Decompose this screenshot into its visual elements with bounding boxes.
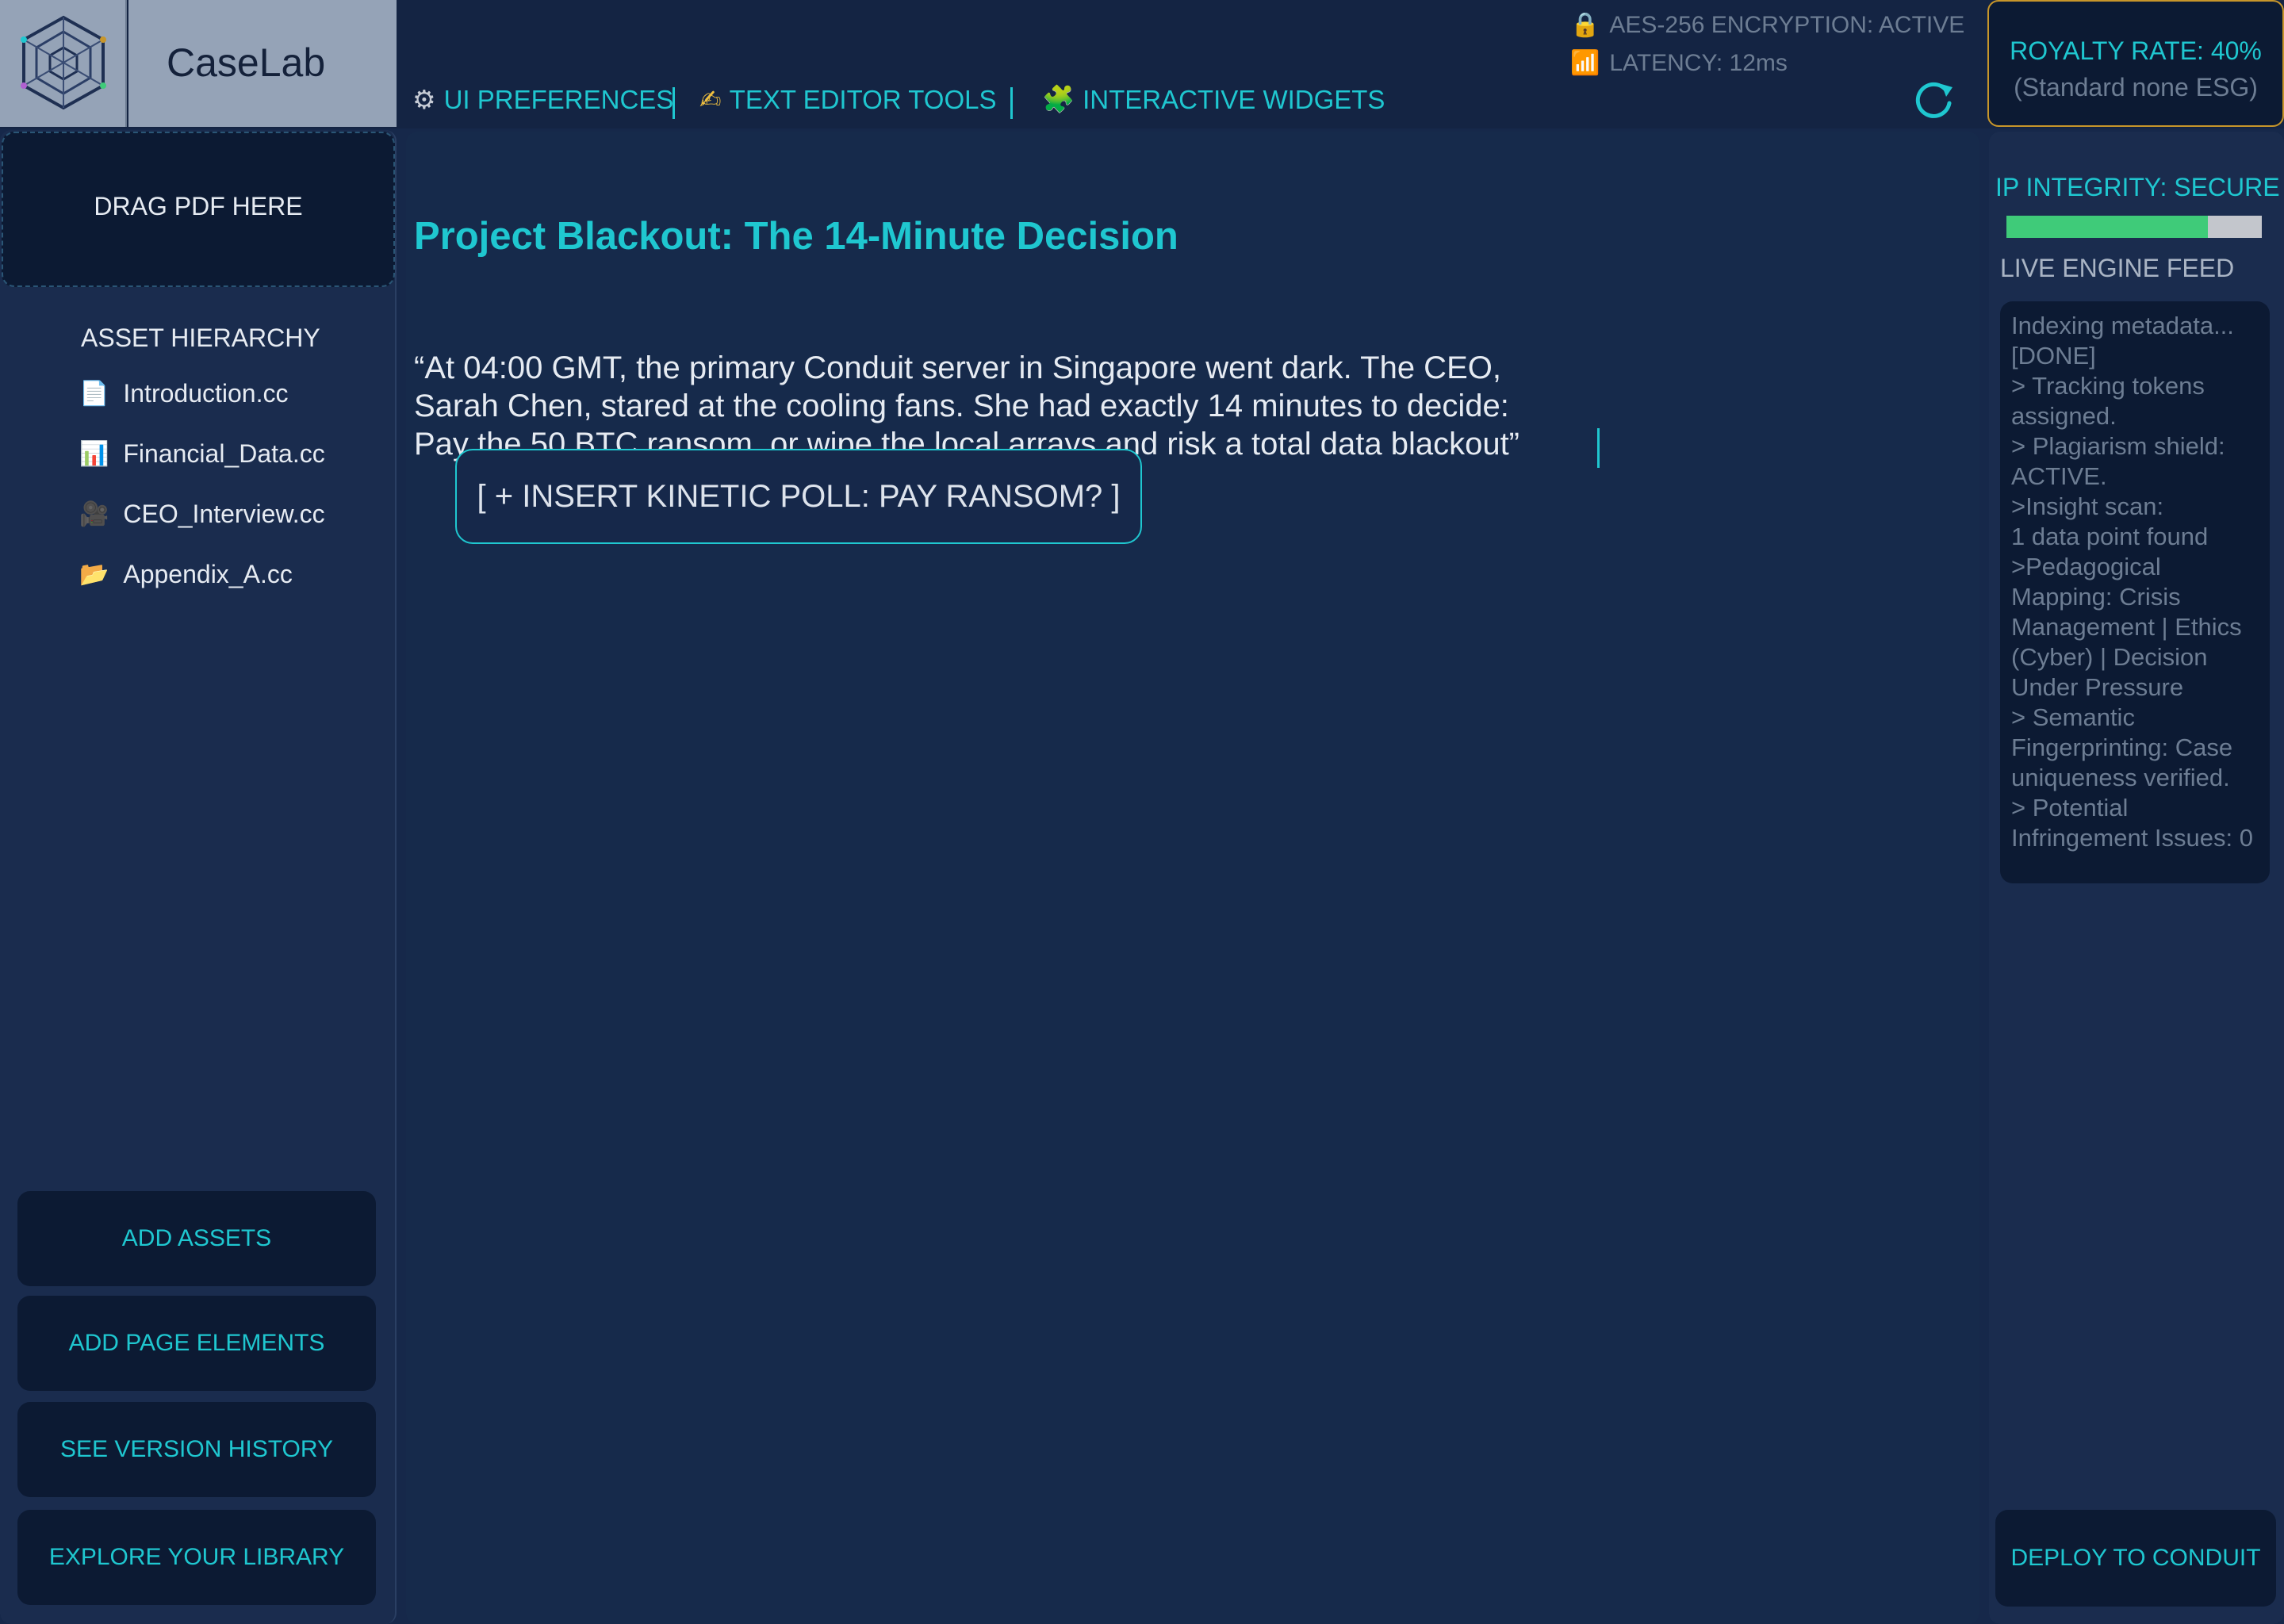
signal-chart-icon: 📶 bbox=[1570, 50, 1600, 76]
encryption-status-label: AES-256 ENCRYPTION: ACTIVE bbox=[1609, 11, 1965, 38]
tab-interactive-widgets[interactable]: 🧩 INTERACTIVE WIDGETS bbox=[1042, 84, 1385, 115]
tab-divider bbox=[673, 87, 675, 119]
tab-divider bbox=[1010, 87, 1013, 119]
gear-icon: ⚙ bbox=[412, 85, 436, 114]
asset-item-introduction[interactable]: 📄 Introduction.cc bbox=[79, 379, 288, 408]
ip-integrity-bar bbox=[2006, 216, 2262, 238]
chart-icon: 📊 bbox=[79, 441, 109, 467]
see-version-history-button[interactable]: SEE VERSION HISTORY bbox=[17, 1402, 376, 1497]
writing-hand-icon: ✍ bbox=[699, 85, 722, 114]
asset-label: Introduction.cc bbox=[123, 379, 289, 408]
puzzle-icon: 🧩 bbox=[1042, 84, 1075, 113]
deploy-to-conduit-button[interactable]: DEPLOY TO CONDUIT bbox=[1995, 1510, 2276, 1607]
royalty-rate-card: ROYALTY RATE: 40% (Standard none ESG) bbox=[1987, 0, 2284, 127]
document-body-text[interactable]: “At 04:00 GMT, the primary Conduit serve… bbox=[414, 349, 1651, 463]
add-page-elements-button[interactable]: ADD PAGE ELEMENTS bbox=[17, 1296, 376, 1391]
asset-hierarchy-heading: ASSET HIERARCHY bbox=[81, 324, 320, 352]
tab-label: INTERACTIVE WIDGETS bbox=[1083, 84, 1385, 114]
asset-item-appendix-a[interactable]: 📂 Appendix_A.cc bbox=[79, 560, 293, 589]
sidebar bbox=[0, 130, 397, 1624]
explore-library-button[interactable]: EXPLORE YOUR LIBRARY bbox=[17, 1510, 376, 1605]
live-engine-feed-heading: LIVE ENGINE FEED bbox=[2000, 254, 2235, 282]
asset-label: Appendix_A.cc bbox=[123, 560, 293, 588]
live-engine-feed[interactable]: Indexing metadata... [DONE] > Tracking t… bbox=[2000, 301, 2270, 883]
asset-label: Financial_Data.cc bbox=[123, 439, 325, 468]
add-assets-button[interactable]: ADD ASSETS bbox=[17, 1191, 376, 1286]
app-name: CaseLab bbox=[167, 40, 326, 85]
dropzone-label: DRAG PDF HERE bbox=[94, 192, 303, 220]
ip-integrity-status: IP INTEGRITY: SECURE bbox=[1995, 173, 2280, 201]
latency-status-label: LATENCY: 12ms bbox=[1609, 49, 1788, 76]
tab-ui-preferences[interactable]: ⚙ UI PREFERENCES bbox=[412, 84, 673, 115]
encryption-status: 🔒 AES-256 ENCRYPTION: ACTIVE bbox=[1570, 11, 1964, 39]
app-logo[interactable] bbox=[0, 0, 127, 127]
latency-status: 📶 LATENCY: 12ms bbox=[1570, 49, 1788, 77]
text-cursor bbox=[1597, 428, 1600, 468]
document-icon: 📄 bbox=[79, 381, 109, 407]
asset-label: CEO_Interview.cc bbox=[123, 500, 325, 528]
ip-integrity-fill bbox=[2006, 216, 2209, 238]
hexagon-logo-icon bbox=[21, 15, 106, 110]
insert-kinetic-poll-button[interactable]: [ + INSERT KINETIC POLL: PAY RANSOM? ] bbox=[455, 449, 1142, 544]
tab-label: TEXT EDITOR TOOLS bbox=[729, 84, 997, 114]
lock-icon: 🔒 bbox=[1570, 12, 1600, 38]
asset-item-financial-data[interactable]: 📊 Financial_Data.cc bbox=[79, 439, 325, 469]
folder-icon: 📂 bbox=[79, 561, 109, 588]
tab-label: UI PREFERENCES bbox=[443, 84, 674, 114]
royalty-note: (Standard none ESG) bbox=[2014, 73, 2258, 102]
royalty-rate: ROYALTY RATE: 40% bbox=[2010, 36, 2262, 65]
video-camera-icon: 🎥 bbox=[79, 501, 109, 527]
tab-text-editor-tools[interactable]: ✍ TEXT EDITOR TOOLS bbox=[699, 84, 996, 115]
asset-item-ceo-interview[interactable]: 🎥 CEO_Interview.cc bbox=[79, 500, 325, 529]
live-engine-feed-log: Indexing metadata... [DONE] > Tracking t… bbox=[2011, 312, 2253, 852]
refresh-icon[interactable] bbox=[1910, 76, 1957, 124]
pdf-dropzone[interactable]: DRAG PDF HERE bbox=[2, 132, 395, 287]
document-title[interactable]: Project Blackout: The 14-Minute Decision bbox=[414, 214, 1178, 259]
